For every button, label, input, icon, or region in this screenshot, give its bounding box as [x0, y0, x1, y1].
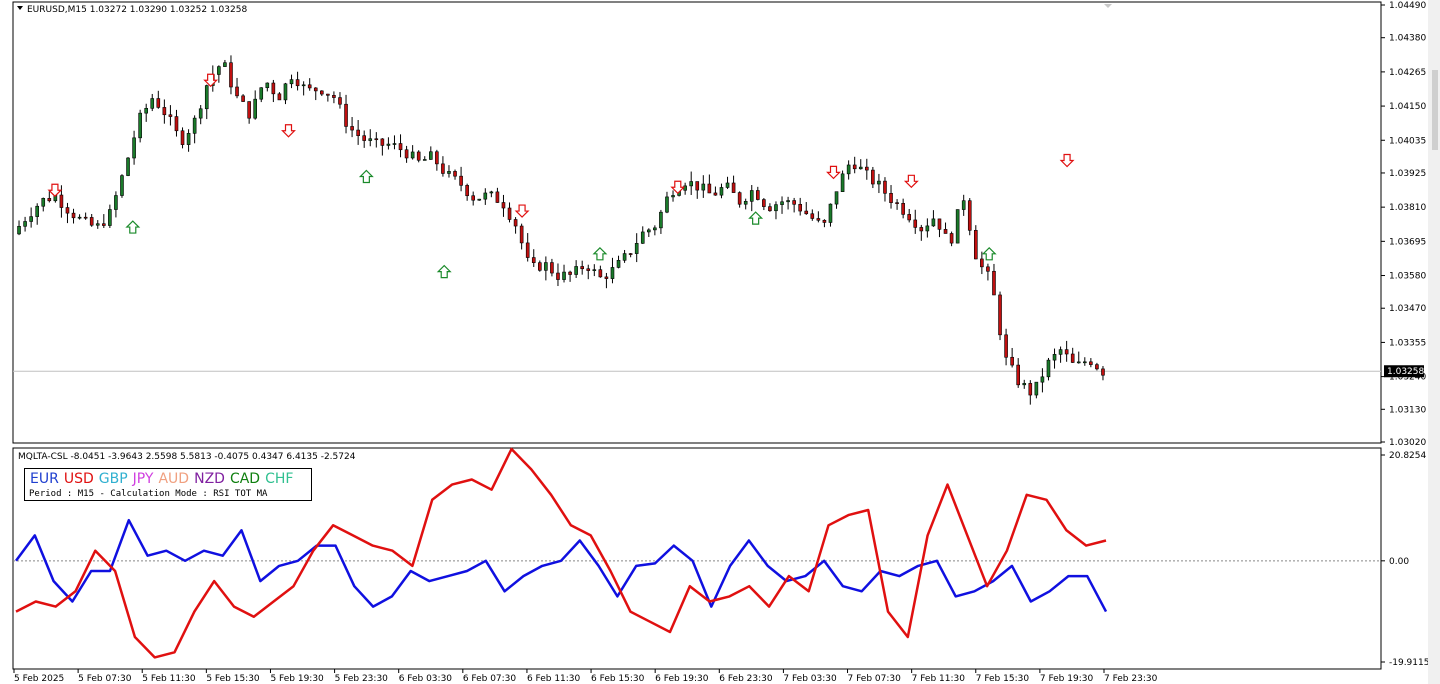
- price-tick-label: 1.04380: [1389, 34, 1426, 44]
- candle: [1046, 357, 1051, 381]
- price-tick-label: 1.03470: [1389, 304, 1426, 314]
- symbol-label: EURUSD,M15 1.03272 1.03290 1.03252 1.032…: [27, 5, 247, 15]
- indicator-tick-label: 20.8254: [1389, 451, 1426, 461]
- time-tick-label: 6 Feb 15:30: [591, 674, 645, 684]
- price-tick-label: 1.04490: [1389, 1, 1426, 11]
- candle: [998, 291, 1002, 341]
- candle: [120, 174, 124, 198]
- time-tick-label: 7 Feb 07:30: [848, 674, 902, 684]
- time-axis: 5 Feb 2025 5 Feb 07:30 5 Feb 11:30 5 Feb 15…: [13, 669, 1158, 684]
- candle: [974, 225, 978, 260]
- legend-item-jpy: JPY: [132, 471, 154, 487]
- time-tick-label: 6 Feb 11:30: [527, 674, 581, 684]
- price-tick-label: 1.03130: [1389, 405, 1426, 415]
- price-axis: 1.04490 1.04380 1.04265 1.04150 1.04035 1.039…: [1381, 1, 1426, 448]
- last-price-label: 1.03258: [1387, 367, 1424, 377]
- candle: [416, 150, 421, 163]
- legend-item-cad: CAD: [229, 471, 261, 487]
- legend-item-eur: EUR: [30, 471, 59, 487]
- price-tick-label: 1.03925: [1389, 169, 1426, 179]
- legend-item-usd: USD: [63, 471, 94, 487]
- time-tick-label: 7 Feb 11:30: [912, 674, 966, 684]
- candle: [126, 157, 130, 177]
- candle: [955, 209, 960, 244]
- time-tick-label: 6 Feb 19:30: [655, 674, 709, 684]
- time-tick-label: 6 Feb 03:30: [399, 674, 453, 684]
- legend-item-nzd: NZD: [194, 471, 225, 487]
- price-tick-label: 1.04035: [1389, 136, 1426, 146]
- time-tick-label: 7 Feb 15:30: [976, 674, 1030, 684]
- indicator-header: MQLTA-CSL -8.0451 -3.9643 2.5598 5.5813 …: [18, 452, 356, 462]
- candle: [967, 198, 972, 236]
- indicator-tick-label: 0.00: [1389, 557, 1409, 567]
- indicator-tick-label: -19.9115: [1389, 658, 1429, 668]
- legend-item-chf: CHF: [265, 471, 294, 487]
- chart-canvas: 1.04490 1.04380 1.04265 1.04150 1.04035 1.039…: [12, 1, 1429, 684]
- time-tick-label: 5 Feb 11:30: [142, 674, 196, 684]
- candle: [840, 170, 845, 192]
- scrollbar-thumb[interactable]: [1432, 70, 1438, 150]
- price-tick-label: 1.03580: [1389, 272, 1426, 282]
- time-tick-label: 7 Feb 03:30: [783, 674, 837, 684]
- time-tick-label: 7 Feb 19:30: [1040, 674, 1094, 684]
- legend-item-gbp: GBP: [98, 471, 128, 487]
- price-tick-label: 1.04150: [1389, 102, 1426, 112]
- candle: [138, 109, 142, 143]
- time-tick-label: 5 Feb 19:30: [270, 674, 324, 684]
- currency-legend: EUR USD GBP JPY AUD NZD CAD CHF Period : M15 - …: [24, 468, 312, 501]
- time-tick-label: 5 Feb 07:30: [78, 674, 132, 684]
- time-tick-label: 7 Feb 23:30: [1104, 674, 1158, 684]
- time-tick-label: 5 Feb 15:30: [206, 674, 260, 684]
- price-tick-label: 1.03355: [1389, 338, 1426, 348]
- time-tick-label: 6 Feb 07:30: [463, 674, 517, 684]
- time-tick-label: 5 Feb 23:30: [335, 674, 389, 684]
- price-tick-label: 1.04265: [1389, 68, 1426, 78]
- legend-item-aud: AUD: [158, 471, 190, 487]
- time-tick-label: 6 Feb 23:30: [719, 674, 773, 684]
- time-tick-label: 5 Feb 2025: [14, 674, 64, 684]
- price-tick-label: 1.03695: [1389, 237, 1426, 247]
- legend-subtitle: Period : M15 - Calculation Mode : RSI TO…: [29, 489, 268, 499]
- price-tick-label: 1.03020: [1389, 438, 1426, 448]
- price-tick-label: 1.03810: [1389, 203, 1426, 213]
- legend-currencies: EUR USD GBP JPY AUD NZD CAD CHF: [30, 471, 298, 487]
